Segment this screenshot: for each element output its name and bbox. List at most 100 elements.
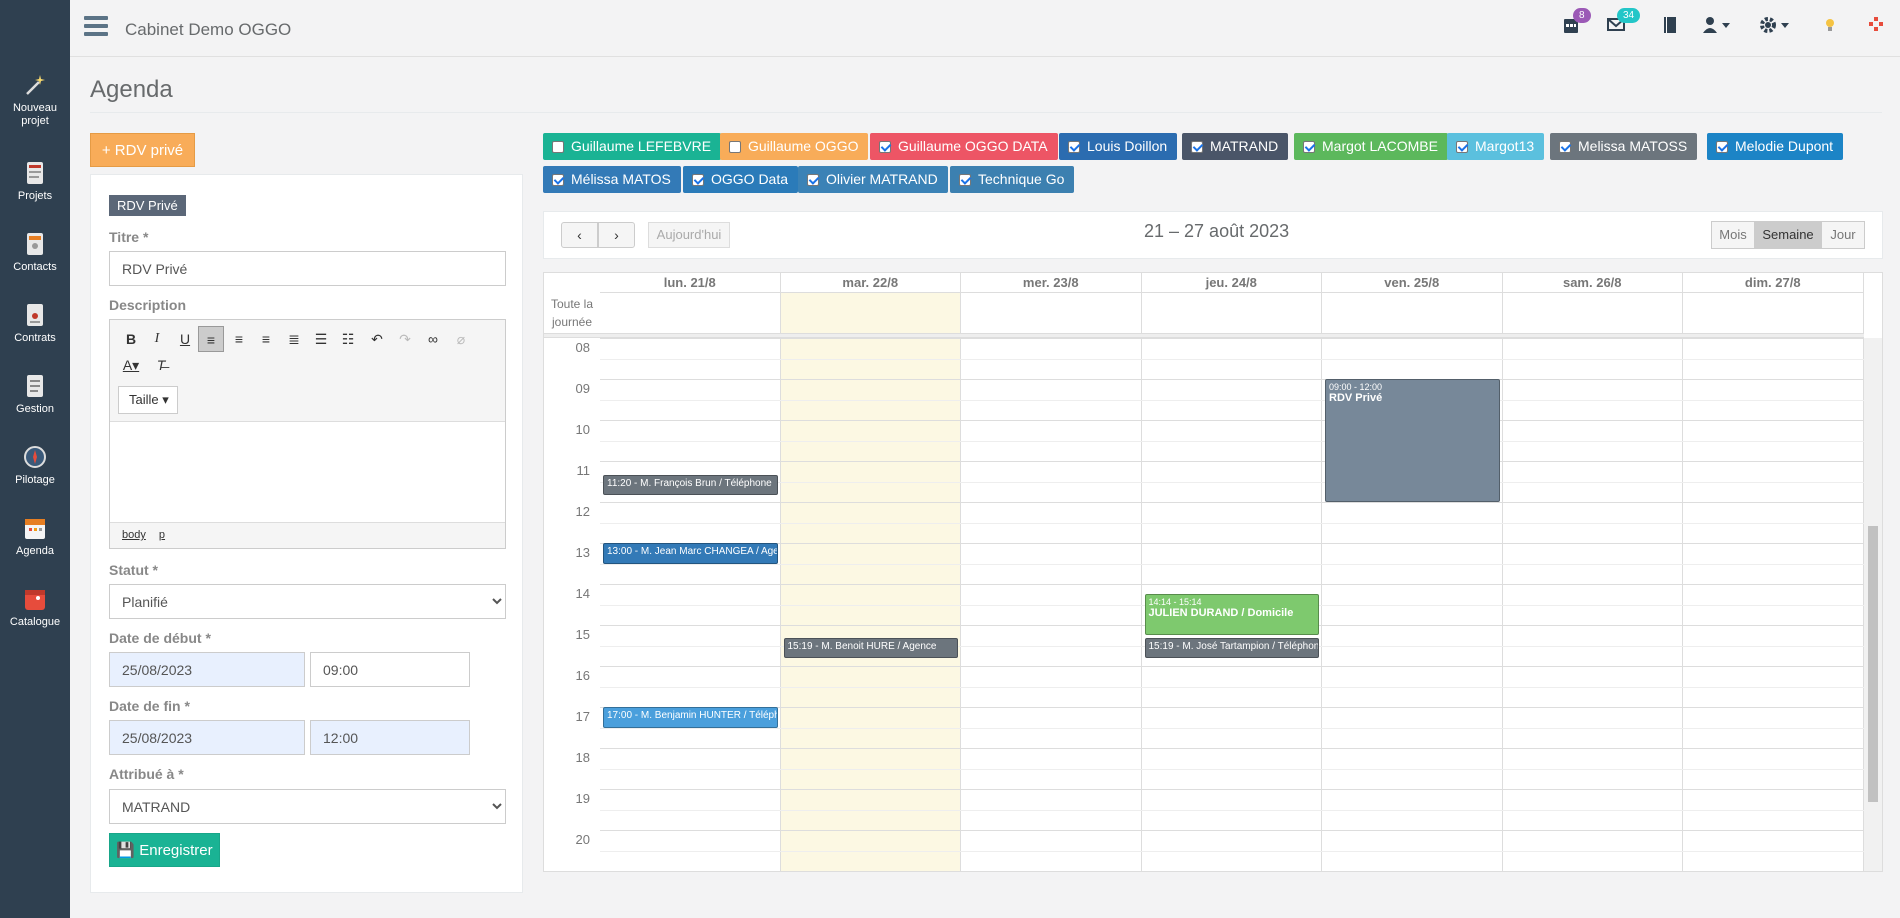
bold-icon[interactable]: B: [118, 326, 144, 352]
calendar-event[interactable]: 15:19 - M. Benoit HURE / Agence: [783, 637, 958, 659]
agent-filter-chip[interactable]: Margot13: [1447, 133, 1545, 160]
filter-checkbox[interactable]: [1559, 141, 1571, 153]
heure-debut-input[interactable]: [310, 652, 470, 687]
align-justify-icon[interactable]: ≣: [281, 326, 307, 352]
attribue-select[interactable]: MATRAND: [109, 789, 506, 824]
view-month-button[interactable]: Mois: [1711, 221, 1755, 249]
settings-menu-button[interactable]: [1759, 16, 1793, 38]
calendar-event[interactable]: 13:00 - M. Jean Marc CHANGEA / Agence: [603, 543, 778, 564]
apps-button[interactable]: [1868, 16, 1884, 38]
font-size-dropdown[interactable]: Taille ▾: [118, 386, 178, 414]
hamburger-menu-icon[interactable]: [84, 16, 108, 38]
align-center-icon[interactable]: ≡: [226, 326, 252, 352]
unlink-icon[interactable]: ⌀: [448, 326, 474, 352]
sidebar: Nouveau projet Projets Contacts Contrats…: [0, 0, 70, 918]
agent-filter-chip[interactable]: Technique Go: [950, 166, 1075, 193]
hour-line: [600, 748, 1864, 749]
prev-week-button[interactable]: ‹: [561, 222, 598, 248]
calendar-event[interactable]: 17:00 - M. Benjamin HUNTER / Téléphone: [603, 707, 778, 728]
sidebar-item-pilotage[interactable]: Pilotage: [0, 444, 70, 487]
filter-checkbox[interactable]: [1303, 141, 1315, 153]
align-left-icon[interactable]: ≡: [198, 326, 224, 352]
sidebar-item-agenda[interactable]: Agenda: [0, 515, 70, 558]
link-icon[interactable]: ∞: [420, 326, 446, 352]
idea-button[interactable]: [1824, 16, 1836, 38]
filter-checkbox[interactable]: [1716, 141, 1728, 153]
redo-icon[interactable]: ↷: [392, 326, 418, 352]
view-day-button[interactable]: Jour: [1821, 221, 1865, 249]
agent-filter-chip[interactable]: Guillaume OGGO: [720, 133, 869, 160]
filter-label: Melodie Dupont: [1735, 138, 1834, 154]
add-rdv-prive-button[interactable]: + RDV privé: [90, 133, 195, 167]
agent-filter-chip[interactable]: Olivier MATRAND: [798, 166, 948, 193]
filter-checkbox[interactable]: [552, 174, 564, 186]
filter-checkbox[interactable]: [879, 141, 891, 153]
allday-cell[interactable]: [1142, 293, 1322, 333]
path-p[interactable]: p: [159, 529, 165, 541]
page-title: Agenda: [90, 76, 173, 103]
sidebar-item-gestion[interactable]: Gestion: [0, 373, 70, 416]
filter-checkbox[interactable]: [729, 141, 741, 153]
scrollbar-thumb[interactable]: [1868, 526, 1878, 802]
agent-filter-chip[interactable]: Guillaume LEFEBVRE: [543, 133, 722, 160]
agent-filter-chip[interactable]: Mélissa MATOS: [543, 166, 681, 193]
view-week-button[interactable]: Semaine: [1754, 221, 1822, 249]
date-fin-input[interactable]: [109, 720, 305, 755]
date-debut-input[interactable]: [109, 652, 305, 687]
date-fin-label: Date de fin *: [109, 698, 190, 714]
calendar-scrollbar[interactable]: [1864, 338, 1882, 871]
agent-filter-chip[interactable]: Melodie Dupont: [1707, 133, 1844, 160]
calendar-event[interactable]: 11:20 - M. François Brun / Téléphone: [603, 474, 778, 496]
mail-notifications-button[interactable]: 34: [1607, 8, 1641, 38]
statut-select[interactable]: Planifié: [109, 584, 506, 619]
agent-filter-chip[interactable]: OGGO Data: [683, 166, 799, 193]
agent-filter-chip[interactable]: MATRAND: [1182, 133, 1289, 160]
titre-input[interactable]: [109, 251, 506, 286]
today-button[interactable]: Aujourd'hui: [648, 222, 730, 248]
allday-cell[interactable]: [600, 293, 781, 333]
clear-format-icon[interactable]: T̶: [148, 352, 174, 378]
path-body[interactable]: body: [122, 529, 146, 541]
filter-checkbox[interactable]: [552, 141, 564, 153]
sidebar-item-nouveau-projet[interactable]: Nouveau projet: [0, 72, 70, 128]
hour-label: 10: [575, 422, 590, 437]
book-button[interactable]: [1663, 16, 1677, 38]
calendar-event[interactable]: 09:00 - 12:00 RDV Privé: [1325, 379, 1500, 502]
filter-checkbox[interactable]: [1191, 141, 1203, 153]
allday-cell[interactable]: [1683, 293, 1864, 333]
allday-cell[interactable]: [961, 293, 1142, 333]
filter-checkbox[interactable]: [807, 174, 819, 186]
filter-checkbox[interactable]: [1068, 141, 1080, 153]
calendar-event[interactable]: 15:19 - M. José Tartampion / Téléphone: [1144, 637, 1319, 659]
day-header: dim. 27/8: [1683, 273, 1864, 293]
text-color-icon[interactable]: A▾: [118, 352, 144, 378]
calendar-event[interactable]: 14:14 - 15:14 JULIEN DURAND / Domicile: [1144, 593, 1319, 635]
sidebar-item-catalogue[interactable]: Catalogue: [0, 586, 70, 629]
allday-cell[interactable]: [1322, 293, 1503, 333]
agent-filter-chip[interactable]: Melissa MATOSS: [1550, 133, 1698, 160]
align-right-icon[interactable]: ≡: [253, 326, 279, 352]
undo-icon[interactable]: ↶: [364, 326, 390, 352]
calendar-title: 21 – 27 août 2023: [1144, 221, 1290, 241]
italic-icon[interactable]: I: [144, 326, 170, 352]
agent-filter-chip[interactable]: Louis Doillon: [1059, 133, 1178, 160]
catalog-icon: [25, 590, 45, 610]
sidebar-item-contrats[interactable]: Contrats: [0, 302, 70, 345]
agent-filter-chip[interactable]: Margot LACOMBE: [1294, 133, 1448, 160]
underline-icon[interactable]: U: [172, 326, 198, 352]
agent-filter-chip[interactable]: Guillaume OGGO DATA: [870, 133, 1058, 160]
allday-cell[interactable]: [1503, 293, 1683, 333]
heure-fin-input[interactable]: [310, 720, 470, 755]
filter-checkbox[interactable]: [692, 174, 704, 186]
sidebar-item-projets[interactable]: Projets: [0, 160, 70, 203]
filter-checkbox[interactable]: [1456, 141, 1468, 153]
allday-cell[interactable]: [780, 293, 961, 333]
user-menu-button[interactable]: [1702, 16, 1734, 38]
save-button[interactable]: 💾 Enregistrer: [109, 833, 220, 867]
filter-checkbox[interactable]: [959, 174, 971, 186]
numbered-list-icon[interactable]: ☷: [335, 326, 361, 352]
sidebar-item-contacts[interactable]: Contacts: [0, 231, 70, 274]
next-week-button[interactable]: ›: [598, 222, 635, 248]
calendar-notifications-button[interactable]: 8: [1563, 8, 1591, 38]
bullet-list-icon[interactable]: ☰: [308, 326, 334, 352]
